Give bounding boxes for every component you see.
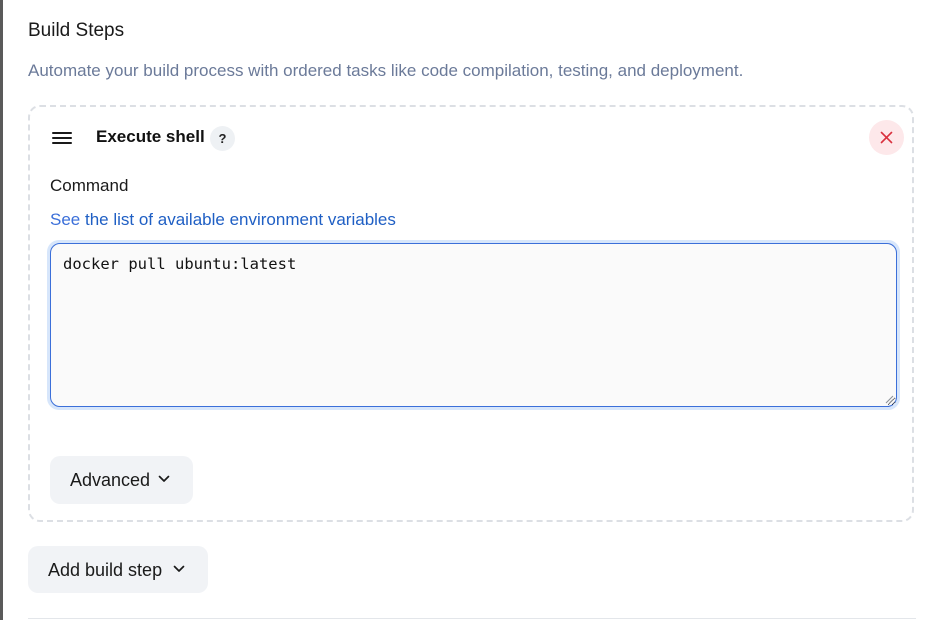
- advanced-button[interactable]: Advanced: [50, 456, 193, 504]
- command-focus-ring: [47, 240, 900, 410]
- section-description: Automate your build process with ordered…: [28, 61, 744, 80]
- resize-grip-icon[interactable]: [884, 394, 894, 404]
- step-title: Execute shell: [96, 127, 205, 146]
- build-step-card: Execute shell ? Command See the list of …: [28, 105, 914, 522]
- drag-handle-icon[interactable]: [52, 132, 72, 146]
- help-button[interactable]: ?: [210, 126, 235, 151]
- section-title: Build Steps: [28, 20, 125, 41]
- env-vars-hint: See the list of available environment va…: [50, 210, 396, 230]
- add-build-step-button[interactable]: Add build step: [28, 546, 208, 593]
- env-vars-link[interactable]: the list of available environment variab…: [85, 210, 396, 229]
- chevron-down-icon: [173, 565, 185, 572]
- close-icon: [880, 131, 893, 144]
- command-label: Command: [50, 176, 129, 195]
- command-textarea[interactable]: [50, 243, 897, 407]
- left-border: [0, 0, 3, 620]
- advanced-button-label: Advanced: [70, 470, 151, 490]
- chevron-down-icon: [158, 475, 170, 482]
- delete-step-button[interactable]: [869, 120, 904, 155]
- section-divider: [28, 618, 916, 619]
- env-vars-hint-prefix: See: [50, 210, 85, 229]
- add-build-step-label: Add build step: [48, 560, 163, 580]
